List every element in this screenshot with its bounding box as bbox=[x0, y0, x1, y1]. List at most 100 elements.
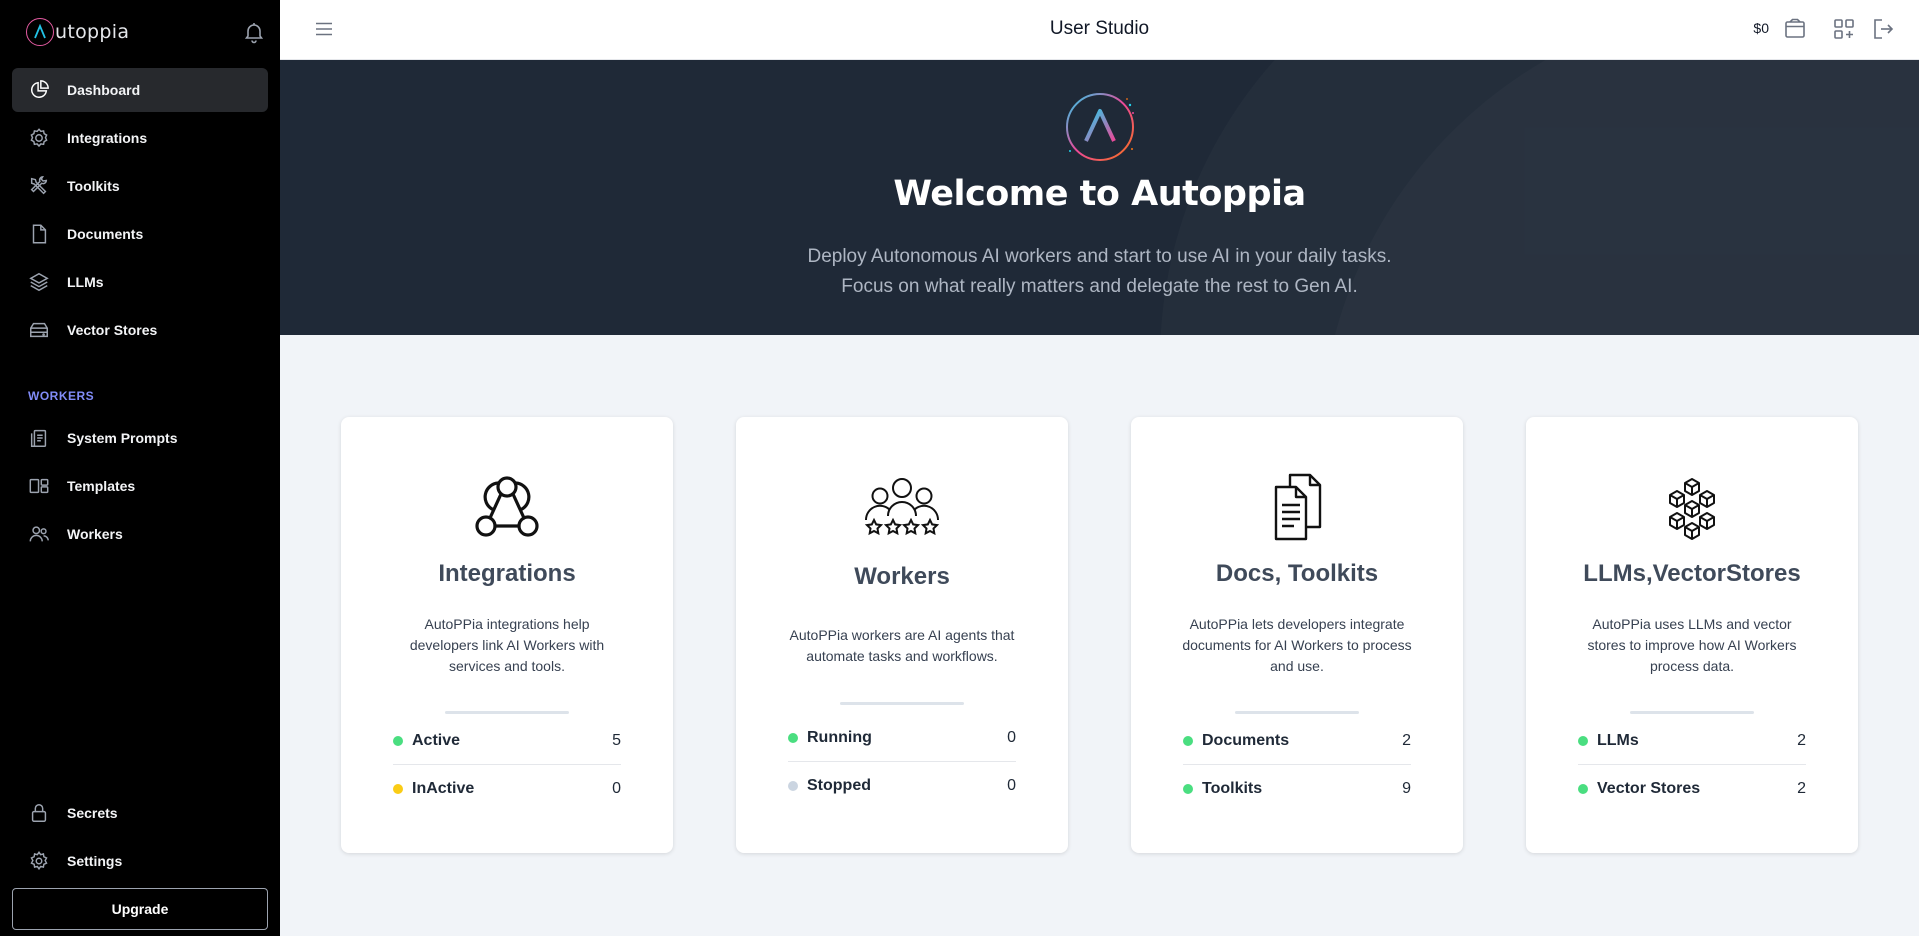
webhook-icon bbox=[472, 473, 542, 543]
sidebar-item-toolkits[interactable]: Toolkits bbox=[12, 164, 268, 208]
status-dot bbox=[788, 732, 798, 743]
top-bar: User Studio $0 bbox=[280, 0, 1919, 60]
clipboard-icon bbox=[28, 427, 50, 449]
documents-icon bbox=[1262, 473, 1332, 543]
llms-vectorstores-card[interactable]: LLMs,VectorStores AutoPPia uses LLMs and… bbox=[1526, 417, 1858, 853]
stat-row-llms: LLMs 2 bbox=[1578, 717, 1806, 765]
sidebar-item-label: Templates bbox=[67, 478, 136, 494]
hero-title: Welcome to Autoppia bbox=[893, 174, 1306, 214]
sidebar-item-llms[interactable]: LLMs bbox=[12, 260, 268, 304]
stat-value: 0 bbox=[1007, 728, 1016, 746]
page-title: User Studio bbox=[1049, 18, 1150, 39]
sidebar-item-label: System Prompts bbox=[67, 430, 178, 446]
sidebar-item-label: Documents bbox=[67, 226, 144, 242]
card-title: Workers bbox=[854, 563, 950, 590]
stat-row-vector-stores: Vector Stores 2 bbox=[1578, 765, 1806, 813]
status-dot bbox=[393, 784, 403, 794]
stat-value: 2 bbox=[1797, 780, 1806, 797]
layers-icon bbox=[28, 271, 50, 293]
team-rating-icon bbox=[864, 476, 940, 546]
sidebar-item-system-prompts[interactable]: System Prompts bbox=[12, 416, 268, 460]
tools-icon bbox=[28, 175, 50, 197]
app-logo[interactable]: utoppia bbox=[26, 16, 266, 48]
gear-icon bbox=[28, 850, 50, 872]
logo-text: utoppia bbox=[55, 21, 130, 43]
sidebar-item-settings[interactable]: Settings bbox=[12, 839, 268, 883]
stat-row-stopped: Stopped 0 bbox=[788, 762, 1016, 810]
status-dot bbox=[788, 781, 798, 791]
stat-value: 2 bbox=[1402, 731, 1411, 749]
template-icon bbox=[28, 475, 50, 497]
sidebar-item-label: Settings bbox=[67, 853, 123, 869]
storage-icon bbox=[28, 319, 50, 341]
status-dot bbox=[1578, 735, 1588, 746]
sidebar-item-label: Toolkits bbox=[67, 178, 120, 194]
card-description: AutoPPia integrations help developers li… bbox=[409, 616, 605, 674]
sidebar-item-label: LLMs bbox=[67, 274, 104, 290]
card-description: AutoPPia lets developers integrate docum… bbox=[1182, 616, 1412, 674]
sidebar-item-label: Secrets bbox=[67, 805, 118, 821]
stat-row-running: Running 0 bbox=[788, 714, 1016, 762]
status-dot bbox=[1578, 784, 1588, 794]
hero-subtitle-line1: Deploy Autonomous AI workers and start t… bbox=[807, 246, 1392, 267]
card-divider bbox=[1235, 711, 1359, 714]
docs-toolkits-card[interactable]: Docs, Toolkits AutoPPia lets developers … bbox=[1131, 417, 1463, 853]
logo-mark-icon bbox=[26, 18, 54, 46]
status-dot bbox=[1183, 784, 1193, 794]
users-icon bbox=[28, 523, 50, 545]
stat-label: InActive bbox=[412, 780, 475, 797]
stat-label: Documents bbox=[1202, 731, 1290, 749]
upgrade-button[interactable]: Upgrade bbox=[12, 888, 268, 930]
stat-label: Running bbox=[807, 728, 872, 746]
cubes-network-icon bbox=[1657, 473, 1727, 543]
hero-subtitle-line2: Focus on what really matters and delegat… bbox=[841, 276, 1358, 297]
logout-icon[interactable] bbox=[1871, 17, 1895, 41]
wallet-icon[interactable] bbox=[1783, 17, 1807, 41]
section-label-workers: WORKERS bbox=[28, 389, 95, 403]
file-icon bbox=[28, 223, 50, 245]
card-divider bbox=[445, 711, 569, 714]
stat-value: 0 bbox=[612, 780, 621, 797]
status-dot bbox=[393, 735, 403, 746]
stat-label: Stopped bbox=[807, 777, 871, 794]
card-title: Integrations bbox=[438, 560, 576, 587]
stat-value: 0 bbox=[1007, 777, 1016, 794]
sidebar-item-dashboard[interactable]: Dashboard bbox=[12, 68, 268, 112]
sidebar-item-workers[interactable]: Workers bbox=[12, 512, 268, 556]
sidebar-item-secrets[interactable]: Secrets bbox=[12, 791, 268, 835]
stat-value: 5 bbox=[612, 731, 621, 749]
stat-label: Vector Stores bbox=[1597, 780, 1701, 797]
stat-row-documents: Documents 2 bbox=[1183, 717, 1411, 765]
status-dot bbox=[1183, 735, 1193, 746]
sidebar-item-label: Workers bbox=[67, 526, 123, 542]
card-description: AutoPPia uses LLMs and vector stores to … bbox=[1587, 616, 1797, 674]
stat-label: LLMs bbox=[1597, 731, 1639, 749]
bell-icon[interactable] bbox=[242, 20, 266, 44]
autoppia-logo-icon bbox=[1064, 91, 1136, 163]
sidebar-item-integrations[interactable]: Integrations bbox=[12, 116, 268, 160]
gear-badge-icon bbox=[28, 127, 50, 149]
sidebar-item-documents[interactable]: Documents bbox=[12, 212, 268, 256]
card-divider bbox=[1630, 711, 1754, 714]
stat-label: Toolkits bbox=[1202, 780, 1263, 797]
stat-value: 2 bbox=[1797, 731, 1806, 749]
stat-row-inactive: InActive 0 bbox=[393, 765, 621, 813]
sidebar-item-vector-stores[interactable]: Vector Stores bbox=[12, 308, 268, 352]
integrations-card[interactable]: Integrations AutoPPia integrations help … bbox=[341, 417, 673, 853]
balance-display[interactable]: $0 bbox=[1753, 20, 1769, 36]
sidebar-item-label: Dashboard bbox=[67, 82, 141, 98]
stat-row-active: Active 5 bbox=[393, 717, 621, 765]
card-description: AutoPPia workers are AI agents that auto… bbox=[789, 627, 1015, 664]
apps-add-icon[interactable] bbox=[1832, 17, 1856, 41]
card-title: Docs, Toolkits bbox=[1215, 560, 1379, 587]
sidebar-item-templates[interactable]: Templates bbox=[12, 464, 268, 508]
welcome-hero: Welcome to Autoppia Deploy Autonomous AI… bbox=[280, 60, 1919, 335]
sidebar: utoppia Dashboard Integrations Toolkits … bbox=[0, 0, 280, 936]
pie-chart-icon bbox=[28, 79, 50, 101]
card-title: LLMs,VectorStores bbox=[1583, 560, 1801, 587]
sidebar-item-label: Integrations bbox=[67, 130, 148, 146]
lock-icon bbox=[28, 802, 50, 824]
stat-value: 9 bbox=[1402, 780, 1411, 797]
card-divider bbox=[840, 702, 964, 705]
workers-card[interactable]: Workers AutoPPia workers are AI agents t… bbox=[736, 417, 1068, 853]
